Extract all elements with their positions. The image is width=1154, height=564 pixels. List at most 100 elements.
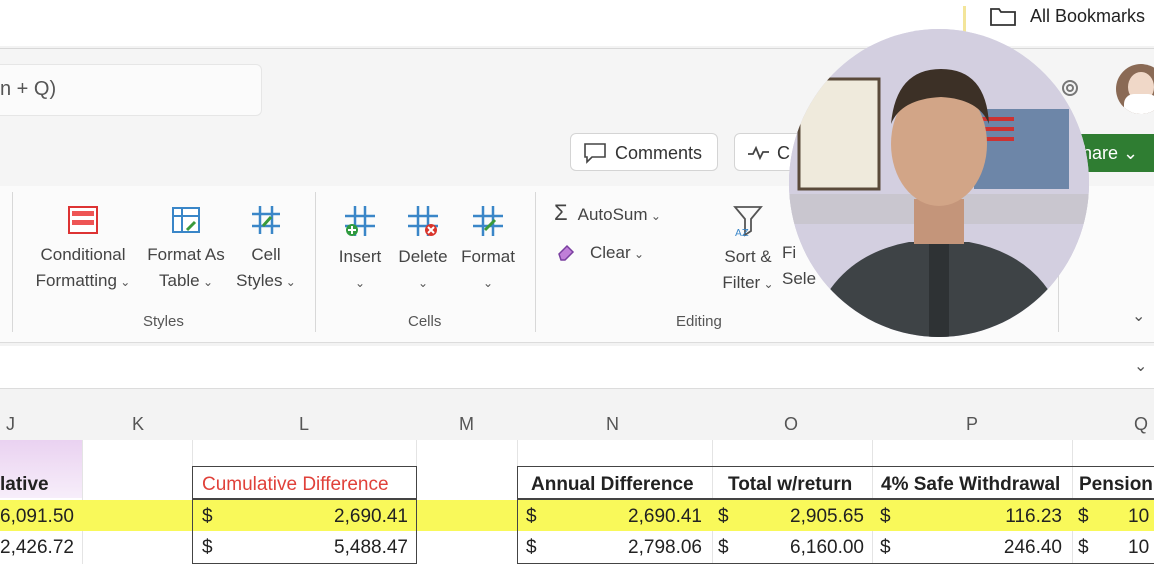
sort-filter-icon: AZ [733,206,763,238]
currency-symbol: $ [202,537,213,558]
safe-withdrawal-header[interactable]: 4% Safe Withdrawal [881,474,1060,496]
column-header-q[interactable]: Q [1134,414,1148,435]
autosum-label: AutoSum [577,205,648,224]
cumulative-header-divider [192,498,417,500]
cell-styles-label-2: Styles ⌄ [236,271,296,290]
folder-icon[interactable] [990,6,1016,26]
currency-symbol: $ [526,537,537,558]
delete-button[interactable]: Delete ⌄ [394,204,452,296]
column-header-j[interactable]: J [6,414,15,435]
column-j-header-cell[interactable]: lative [0,474,49,496]
cell-pension-row2[interactable]: 10 [1128,537,1149,559]
presenter-video-image [789,29,1089,337]
conditional-formatting-label-1: Conditional [40,245,126,264]
svg-text:AZ: AZ [735,228,749,238]
conditional-formatting-button[interactable]: Conditional Formatting ⌄ [28,204,138,295]
column-header-o[interactable]: O [784,414,798,435]
chevron-down-icon: ⌄ [282,275,296,289]
cell-total-w-return-row1[interactable]: 2,905.65 [752,506,864,528]
eraser-icon [558,244,575,261]
format-as-table-button[interactable]: Format As Table ⌄ [142,204,230,295]
cell-styles-label-1: Cell [251,245,281,264]
chevron-down-icon: ⌄ [199,275,214,289]
format-as-table-label-1: Format As [147,245,225,264]
conditional-formatting-icon [68,206,98,234]
column-header-m[interactable]: M [459,414,474,435]
format-cells-icon [473,206,503,236]
insert-cells-icon [345,206,375,236]
search-shortcut-hint: n + Q) [0,78,57,100]
comments-button[interactable]: Comments [570,133,718,171]
format-as-table-label-2: Table ⌄ [158,271,214,290]
cell-annual-difference-row2[interactable]: 2,798.06 [590,537,702,559]
clear-button[interactable]: Clear ⌄ [556,240,666,267]
conditional-formatting-label-2: Formatting ⌄ [35,271,131,290]
currency-symbol: $ [1078,537,1089,558]
catch-up-label: C [777,143,790,163]
table-icon [172,207,200,233]
cell-annual-difference-row1[interactable]: 2,690.41 [590,506,702,528]
insert-button[interactable]: Insert ⌄ [332,204,388,296]
delete-label: Delete [398,247,448,266]
share-label: hare ⌄ [1082,143,1139,163]
cell-safe-withdrawal-row1[interactable]: 116.23 [950,506,1062,528]
format-button[interactable]: Format ⌄ [456,204,520,296]
currency-symbol: $ [718,506,729,527]
delete-cells-icon [408,206,438,236]
total-w-return-header[interactable]: Total w/return [728,474,852,496]
sort-filter-button[interactable]: AZ Sort & Filter ⌄ [716,204,780,297]
chevron-down-icon: ⌄ [647,209,661,223]
chevron-down-icon: ⌄ [1123,143,1139,163]
format-label: Format [461,247,515,266]
cell-cumulative-row2[interactable]: 5,488.47 [300,537,408,559]
all-bookmarks-link[interactable]: All Bookmarks [1030,6,1145,27]
styles-group-label: Styles [143,313,184,330]
cell-safe-withdrawal-row2[interactable]: 246.40 [950,537,1062,559]
group-separator [12,192,13,332]
cell-styles-button[interactable]: Cell Styles ⌄ [232,204,300,295]
cell-total-w-return-row2[interactable]: 6,160.00 [752,537,864,559]
cell-j-row1[interactable]: 6,091.50 [0,506,74,528]
chevron-down-icon: ⌄ [630,247,645,261]
comments-label: Comments [615,143,703,163]
chevron-down-icon: ⌄ [116,275,131,289]
cell-j-row2[interactable]: 2,426.72 [0,537,74,559]
pension-header[interactable]: Pension [1079,474,1153,496]
column-header-k[interactable]: K [132,414,144,435]
column-header-n[interactable]: N [606,414,619,435]
clear-label: Clear [590,243,631,262]
column-header-l[interactable]: L [299,414,309,435]
cell-cumulative-row1[interactable]: 2,690.41 [300,506,408,528]
currency-symbol: $ [718,537,729,558]
chevron-down-icon: ⌄ [482,276,494,290]
currency-symbol: $ [880,506,891,527]
activity-icon [748,145,769,161]
cumulative-difference-header[interactable]: Cumulative Difference [202,474,389,496]
column-header-bar [0,408,1154,441]
autosum-button[interactable]: Σ AutoSum ⌄ [554,200,704,229]
cell-styles-icon [252,206,280,234]
editing-group-label: Editing [676,313,722,330]
currency-symbol: $ [880,537,891,558]
formula-bar[interactable] [0,346,1154,389]
webcam-overlay [789,29,1089,337]
sigma-icon: Σ [554,200,568,225]
ribbon-collapse-chevron-icon[interactable]: ⌄ [1132,306,1145,326]
bookmarks-separator [963,6,966,32]
chevron-down-icon: ⌄ [354,276,366,290]
currency-symbol: $ [526,506,537,527]
group-separator [315,192,316,332]
chevron-down-icon: ⌄ [760,277,774,291]
group-separator [535,192,536,332]
annual-difference-header[interactable]: Annual Difference [531,474,694,496]
currency-symbol: $ [1078,506,1089,527]
column-header-p[interactable]: P [966,414,978,435]
sort-filter-label-2: Filter ⌄ [722,273,774,292]
insert-label: Insert [338,247,382,266]
expand-formula-bar-chevron-icon[interactable]: ⌄ [1134,356,1147,376]
currency-symbol: $ [202,506,213,527]
cell-pension-row1[interactable]: 10 [1128,506,1149,528]
comment-icon [584,143,606,164]
chevron-down-icon: ⌄ [417,276,429,290]
cells-group-label: Cells [408,313,442,330]
